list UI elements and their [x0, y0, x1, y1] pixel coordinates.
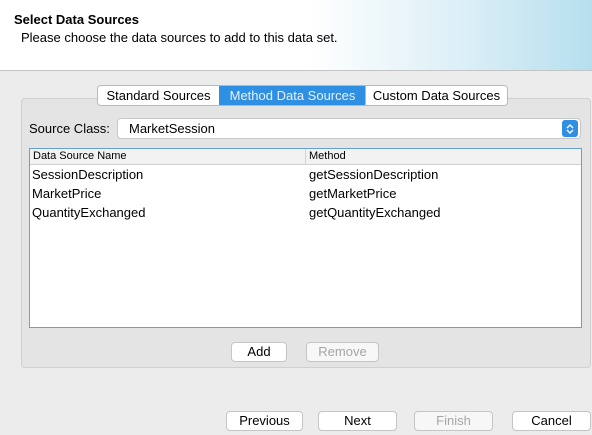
column-header-data-source-name[interactable]: Data Source Name	[30, 149, 306, 164]
table-row[interactable]: QuantityExchanged getQuantityExchanged	[30, 203, 581, 222]
select-arrows-icon	[562, 120, 578, 137]
table-row[interactable]: MarketPrice getMarketPrice	[30, 184, 581, 203]
footer-divider	[0, 394, 592, 395]
header-divider	[0, 70, 592, 71]
tab-method-data-sources[interactable]: Method Data Sources	[219, 86, 365, 105]
table-header: Data Source Name Method	[30, 149, 581, 165]
source-class-value: MarketSession	[129, 121, 215, 136]
wizard-header: Select Data Sources Please choose the da…	[0, 0, 592, 70]
source-class-label: Source Class:	[29, 121, 110, 136]
finish-button[interactable]: Finish	[414, 411, 493, 431]
remove-button[interactable]: Remove	[306, 342, 379, 362]
table-row[interactable]: SessionDescription getSessionDescription	[30, 165, 581, 184]
method-cell: getMarketPrice	[309, 186, 397, 201]
page-subtitle: Please choose the data sources to add to…	[21, 30, 338, 45]
column-header-method[interactable]: Method	[306, 149, 581, 164]
tab-standard-sources[interactable]: Standard Sources	[98, 86, 219, 105]
source-class-select[interactable]: MarketSession	[117, 118, 581, 139]
source-type-tabs: Standard Sources Method Data Sources Cus…	[97, 85, 508, 106]
method-cell: getSessionDescription	[309, 167, 439, 182]
tab-custom-data-sources[interactable]: Custom Data Sources	[365, 86, 507, 105]
cancel-button[interactable]: Cancel	[512, 411, 591, 431]
previous-button[interactable]: Previous	[226, 411, 303, 431]
data-source-name-cell: QuantityExchanged	[32, 205, 146, 220]
next-button[interactable]: Next	[318, 411, 397, 431]
method-cell: getQuantityExchanged	[309, 205, 441, 220]
data-source-name-cell: MarketPrice	[32, 186, 102, 201]
data-source-name-cell: SessionDescription	[32, 167, 144, 182]
page-title: Select Data Sources	[14, 12, 140, 27]
add-button[interactable]: Add	[231, 342, 287, 362]
data-sources-table: Data Source Name Method SessionDescripti…	[29, 148, 582, 328]
